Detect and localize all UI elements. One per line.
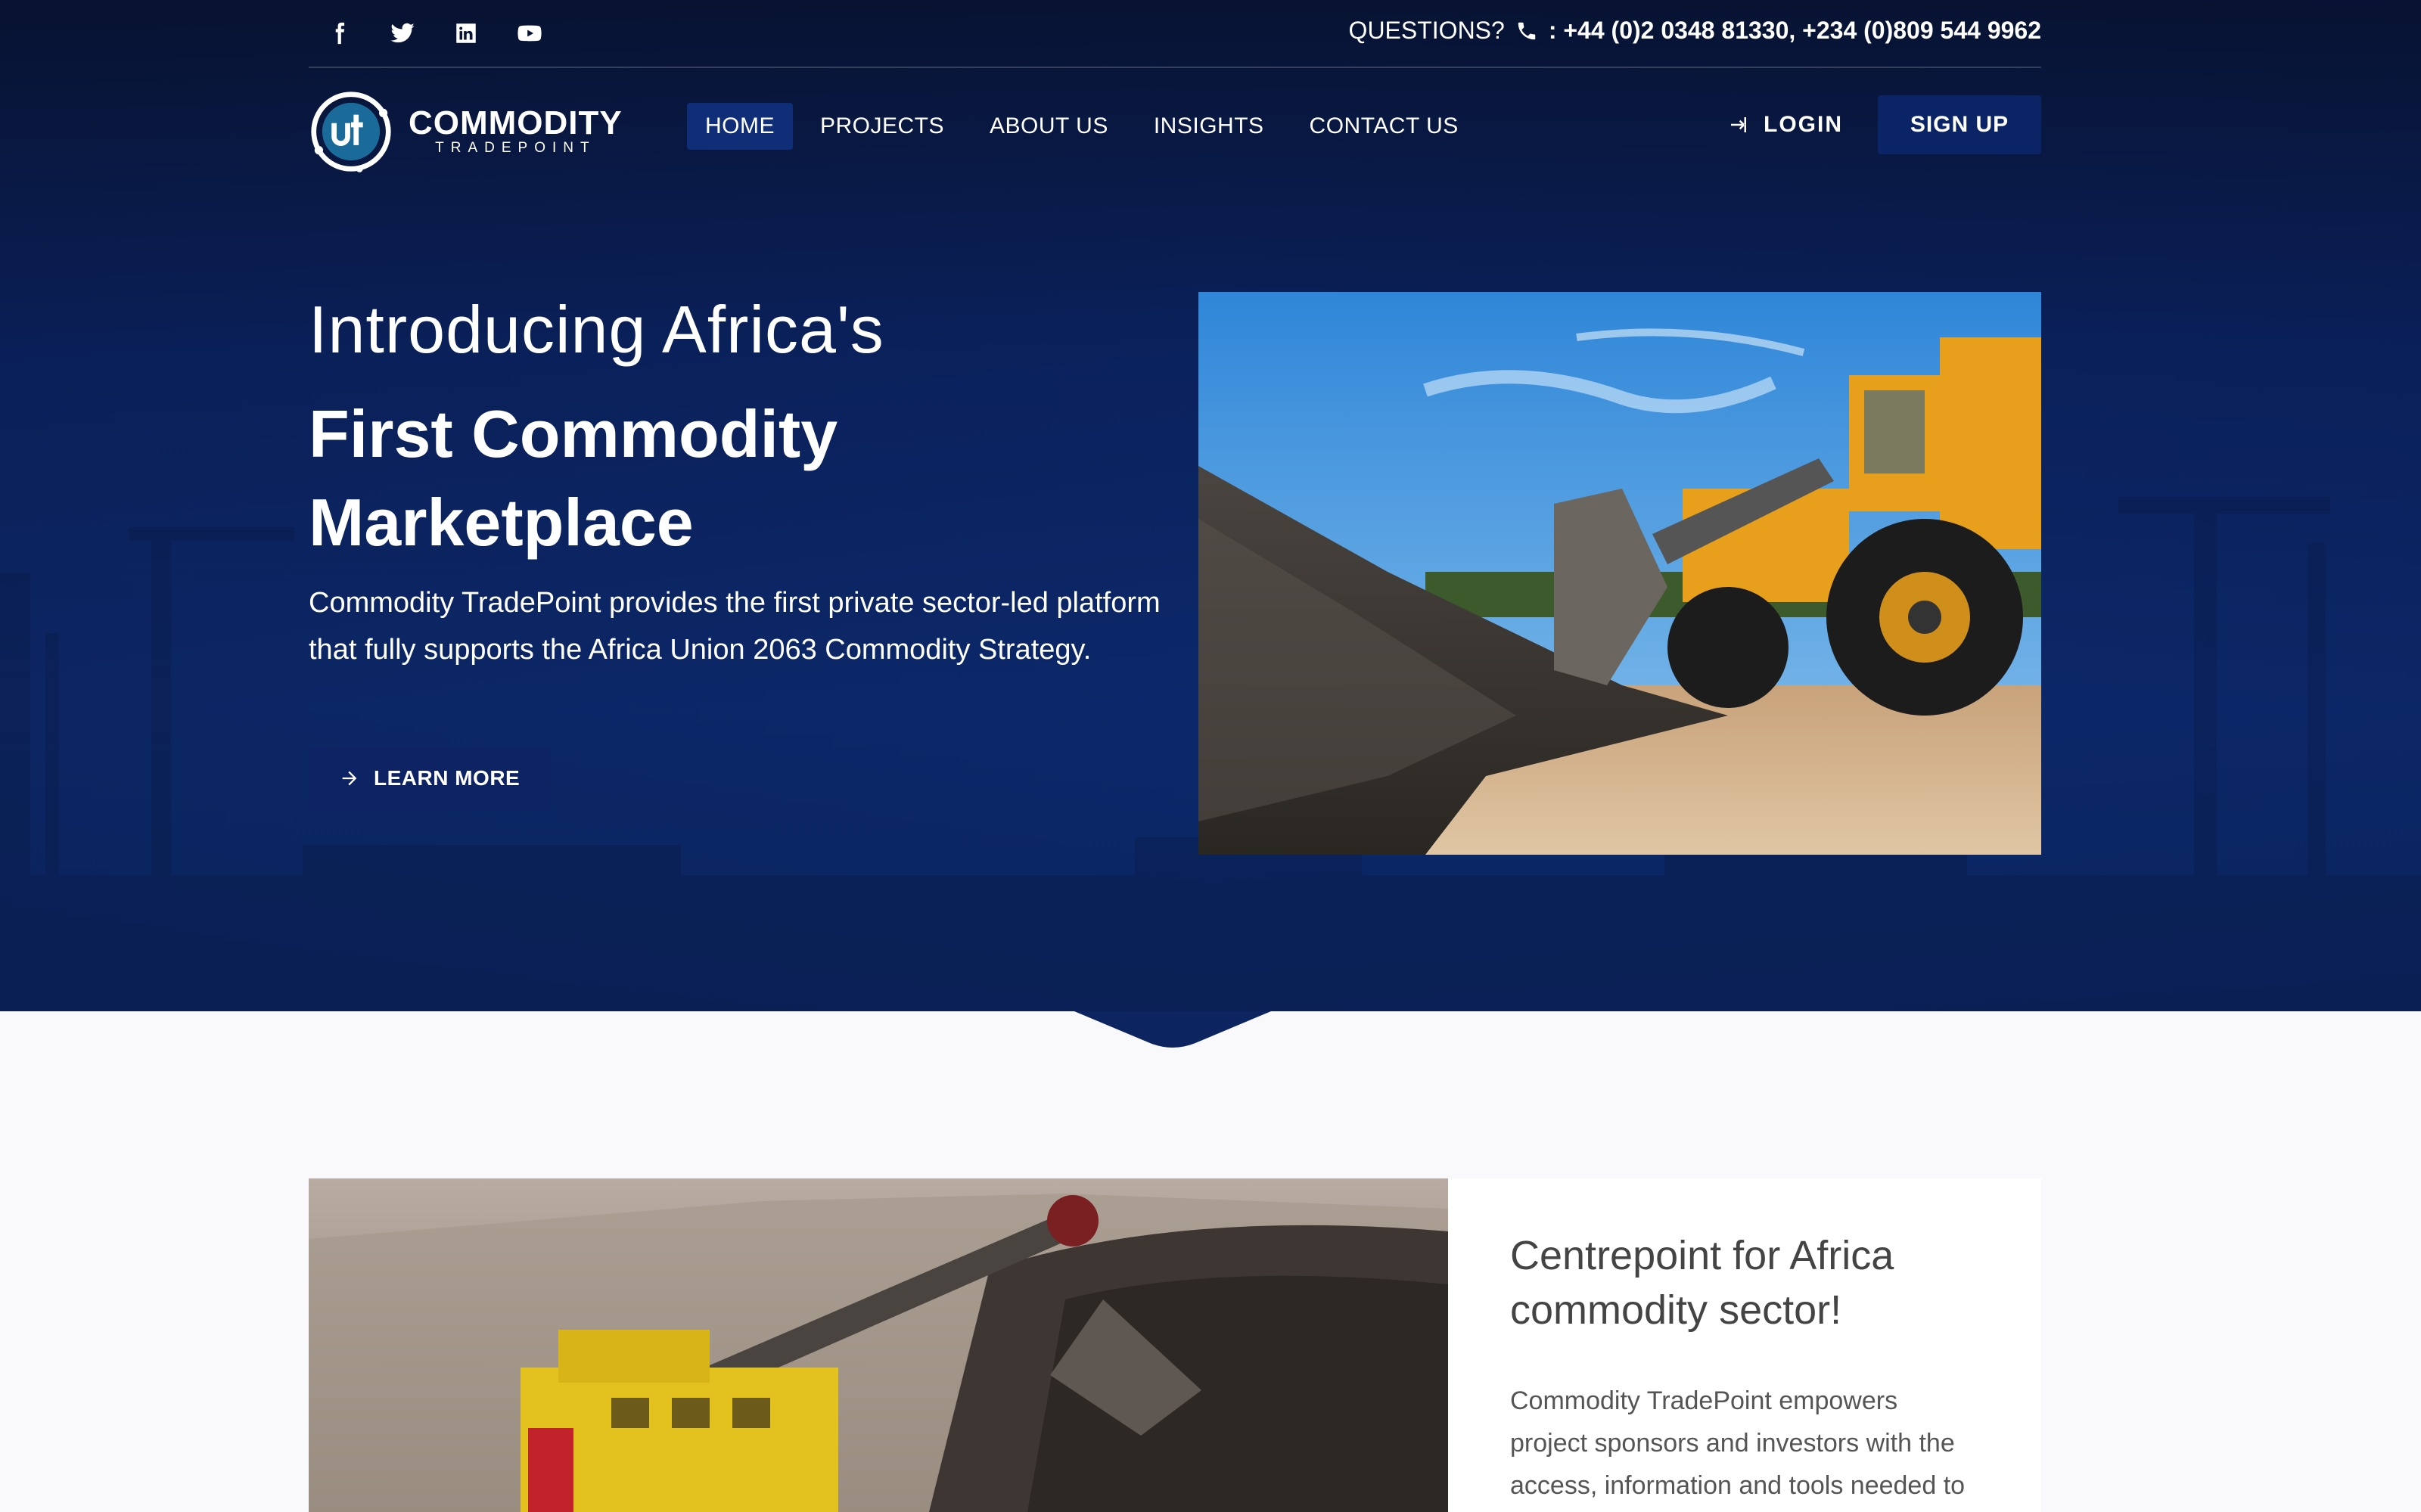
commodity-tradepoint-logo-icon (311, 92, 391, 172)
wheel-loader-image (1198, 292, 2041, 855)
brand-logo[interactable]: COMMODITY TRADEPOINT (309, 89, 623, 174)
learn-more-label: LEARN MORE (374, 766, 521, 790)
top-bar: QUESTIONS? : +44 (0)2 0348 81330, +234 (… (309, 0, 2041, 68)
nav-item-contact-us[interactable]: CONTACT US (1291, 103, 1477, 150)
phone-numbers[interactable]: : +44 (0)2 0348 81330, +234 (0)809 544 9… (1549, 17, 2041, 45)
learn-more-button[interactable]: LEARN MORE (309, 747, 551, 809)
questions-label: QUESTIONS? (1348, 17, 1505, 44)
main-navigation: COMMODITY TRADEPOINT HOME PROJECTS ABOUT… (309, 85, 2041, 175)
facebook-icon[interactable] (324, 18, 354, 48)
login-link[interactable]: LOGIN (1727, 112, 1843, 138)
nav-menu: HOME PROJECTS ABOUT US INSIGHTS CONTACT … (687, 103, 1477, 150)
nav-item-about-us[interactable]: ABOUT US (971, 103, 1127, 150)
brand-tagline: TRADEPOINT (435, 140, 596, 156)
nav-item-home[interactable]: HOME (687, 103, 793, 150)
feature-body: Commodity TradePoint empowers project sp… (1510, 1386, 1966, 1500)
hero-lead: Commodity TradePoint provides the first … (309, 587, 1161, 666)
mining-excavator-image (309, 1178, 1448, 1512)
nav-item-insights[interactable]: INSIGHTS (1136, 103, 1282, 150)
linkedin-icon[interactable] (451, 18, 481, 48)
sign-up-button[interactable]: SIGN UP (1878, 95, 2041, 154)
hero-intro: Introducing Africa's (309, 292, 884, 367)
youtube-icon[interactable] (514, 18, 545, 48)
twitter-icon[interactable] (387, 18, 418, 48)
login-label: LOGIN (1764, 112, 1843, 137)
sign-in-icon (1731, 117, 1746, 132)
arrow-right-icon (342, 771, 357, 786)
feature-title: Centrepoint for Africa commodity sector! (1510, 1233, 1894, 1333)
feature-card: Centrepoint for Africa commodity sector!… (1448, 1178, 2041, 1512)
social-links (324, 18, 545, 48)
hero-headline: First Commodity Marketplace (309, 396, 838, 560)
hero-divider-notch (1074, 1011, 1271, 1048)
brand-name: COMMODITY (409, 104, 623, 141)
nav-item-projects[interactable]: PROJECTS (802, 103, 962, 150)
phone-icon (1518, 22, 1536, 39)
contact-info: QUESTIONS? : +44 (0)2 0348 81330, +234 (… (1349, 17, 2041, 45)
hero-section: QUESTIONS? : +44 (0)2 0348 81330, +234 (… (0, 0, 2421, 1011)
